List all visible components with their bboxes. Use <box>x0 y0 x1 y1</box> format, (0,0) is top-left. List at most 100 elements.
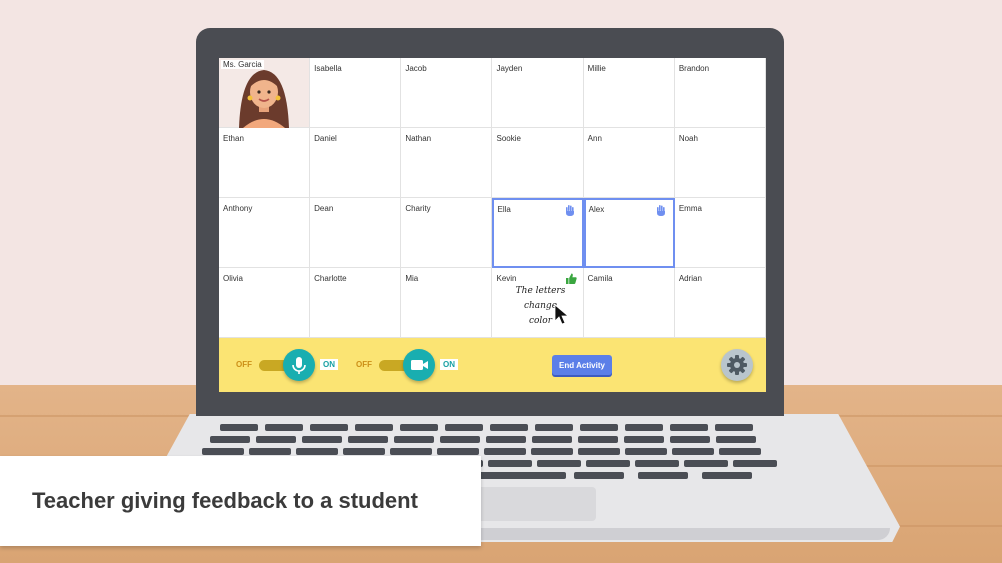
student-tile[interactable]: Ann <box>583 128 675 198</box>
keyboard-key <box>578 436 618 443</box>
student-name: Nathan <box>405 134 432 143</box>
keyboard-key <box>256 436 296 443</box>
student-tile[interactable]: Charity <box>401 198 493 268</box>
keyboard-key <box>394 436 434 443</box>
student-tile[interactable]: Kevin The letters change color <box>492 268 584 338</box>
keyboard-key <box>586 460 630 467</box>
keyboard-key <box>531 448 573 455</box>
keyboard-key <box>537 460 581 467</box>
keyboard-key <box>249 448 291 455</box>
keyboard-key <box>625 448 667 455</box>
student-name: Anthony <box>223 204 253 213</box>
gear-icon <box>727 355 747 375</box>
keyboard-key <box>355 424 393 431</box>
student-name: Ann <box>587 134 602 143</box>
raised-hand-icon <box>565 205 574 216</box>
teacher-tile[interactable]: Ms. Garcia <box>219 58 311 128</box>
keyboard-key <box>638 472 688 479</box>
keyboard-key <box>488 460 532 467</box>
trackpad <box>470 487 596 521</box>
student-name: Dean <box>314 204 334 213</box>
keyboard-key <box>202 448 244 455</box>
student-name: Brandon <box>678 64 710 73</box>
student-name: Mia <box>405 274 419 283</box>
mic-toggle[interactable] <box>283 349 315 381</box>
keyboard-key <box>733 460 777 467</box>
mic-on-label: ON <box>320 359 338 370</box>
student-tile[interactable]: Emma <box>674 198 766 268</box>
student-tile[interactable]: Millie <box>583 58 675 128</box>
keyboard-key <box>484 448 526 455</box>
keyboard-key <box>486 436 526 443</box>
mouse-pointer-icon <box>555 304 570 325</box>
keyboard-key <box>445 424 483 431</box>
keyboard-key <box>210 436 250 443</box>
student-name: Olivia <box>223 274 244 283</box>
student-name: Jayden <box>496 64 523 73</box>
keyboard-key <box>220 424 258 431</box>
keyboard-key <box>684 460 728 467</box>
keyboard-key <box>343 448 385 455</box>
student-name: Ella <box>497 205 511 214</box>
student-tile[interactable]: Dean <box>310 198 402 268</box>
end-activity-button[interactable]: End Activity <box>552 355 612 375</box>
student-tile[interactable]: Daniel <box>310 128 402 198</box>
microphone-icon <box>292 357 306 374</box>
student-tile[interactable]: Alex <box>583 198 675 268</box>
student-tile[interactable]: Adrian <box>674 268 766 338</box>
student-tile[interactable]: Olivia <box>219 268 311 338</box>
student-name: Millie <box>587 64 606 73</box>
feedback-line: The letters <box>515 286 566 296</box>
teacher-name: Ms. Garcia <box>221 60 264 69</box>
keyboard-key <box>624 436 664 443</box>
student-name: Isabella <box>314 64 342 73</box>
keyboard-key <box>535 424 573 431</box>
student-name: Ethan <box>223 134 244 143</box>
keyboard-key <box>574 472 624 479</box>
raised-hand-icon <box>656 205 665 216</box>
student-tile[interactable]: Anthony <box>219 198 311 268</box>
camera-toggle[interactable] <box>403 349 435 381</box>
video-camera-icon <box>411 360 428 370</box>
keyboard-key <box>580 424 618 431</box>
student-name: Charlotte <box>314 274 347 283</box>
settings-button[interactable] <box>721 349 753 381</box>
student-name: Charity <box>405 204 431 213</box>
keyboard-key <box>702 472 752 479</box>
student-tile[interactable]: Nathan <box>401 128 493 198</box>
student-tile[interactable]: Jacob <box>401 58 493 128</box>
keyboard-key <box>510 472 560 479</box>
student-name: Daniel <box>314 134 337 143</box>
student-name: Adrian <box>678 274 702 283</box>
keyboard-key <box>437 448 479 455</box>
student-name: Kevin <box>496 274 517 283</box>
student-tile[interactable]: Mia <box>401 268 493 338</box>
keyboard-key <box>532 436 572 443</box>
student-name: Alex <box>588 205 605 214</box>
keyboard-key <box>715 424 753 431</box>
keyboard-key <box>400 424 438 431</box>
caption-box: Teacher giving feedback to a student <box>0 456 481 546</box>
keyboard-key <box>635 460 679 467</box>
student-tile[interactable]: Ella <box>492 198 584 268</box>
student-tile[interactable]: Jayden <box>492 58 584 128</box>
mic-off-label: OFF <box>236 360 252 369</box>
keyboard-key <box>440 436 480 443</box>
student-tile[interactable]: Sookie <box>492 128 584 198</box>
student-tile[interactable]: Noah <box>674 128 766 198</box>
camera-on-label: ON <box>440 359 458 370</box>
keyboard-key <box>390 448 432 455</box>
student-tile[interactable]: Charlotte <box>310 268 402 338</box>
student-name: Jacob <box>405 64 427 73</box>
student-tile[interactable]: Ethan <box>219 128 311 198</box>
keyboard-key <box>716 436 756 443</box>
student-tile[interactable]: Brandon <box>674 58 766 128</box>
student-name: Emma <box>678 204 702 213</box>
participant-grid: Ms. Garcia Isabella Jacob Jayden Millie Brand… <box>219 58 766 338</box>
student-tile[interactable]: Isabella <box>310 58 402 128</box>
keyboard-key <box>310 424 348 431</box>
student-name: Camila <box>587 274 613 283</box>
student-tile[interactable]: Camila <box>583 268 675 338</box>
keyboard-key <box>578 448 620 455</box>
caption-text: Teacher giving feedback to a student <box>32 488 418 513</box>
